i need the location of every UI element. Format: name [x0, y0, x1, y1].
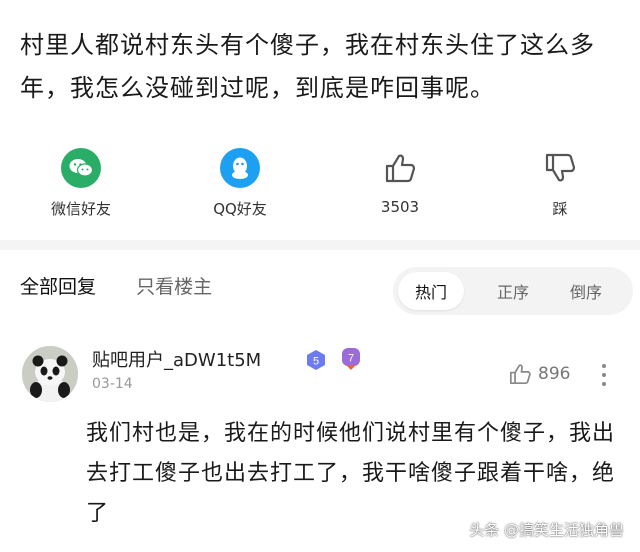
section-divider [0, 240, 640, 250]
thumbs-up-icon [380, 148, 420, 188]
share-qq-label: QQ好友 [213, 200, 267, 218]
user-level-number: 5 [313, 356, 319, 368]
sort-desc-button[interactable]: 倒序 [553, 272, 619, 310]
post-like-count: 3503 [380, 198, 420, 216]
user-level-badge: 5 [305, 349, 327, 375]
dislike-label: 踩 [552, 200, 568, 218]
more-vertical-icon [602, 364, 606, 386]
sort-hot-button[interactable]: 热门 [398, 272, 464, 310]
comment-username[interactable]: 贴吧用户_aDW1t5M [92, 346, 261, 372]
share-wechat-button[interactable]: 微信好友 [26, 148, 136, 219]
watermark: 头条 @搞笑生活独角兽 [469, 521, 624, 539]
reply-filter-tabs: 全部回复 只看楼主 [20, 272, 212, 299]
avatar[interactable] [22, 346, 78, 402]
share-qq-button[interactable]: QQ好友 [185, 148, 295, 219]
comment-date: 03-14 [92, 376, 133, 392]
vip-level-number: 7 [348, 353, 354, 365]
more-options-button[interactable] [598, 362, 610, 392]
comment-body-text: 我们村也是，我在的时候他们说村里有个傻子，我出去打工傻子也出去打工了，我干啥傻子… [86, 421, 616, 526]
qq-penguin-icon [220, 148, 260, 188]
wechat-icon [61, 148, 101, 188]
comment-like-button[interactable]: 896 [508, 362, 570, 386]
share-bar: 微信好友 QQ好友 3503 踩 [0, 148, 640, 228]
vip-level-badge: 7 [340, 346, 362, 376]
tab-all-replies[interactable]: 全部回复 [20, 276, 96, 298]
panda-avatar-icon [22, 346, 78, 402]
sort-toggle: 热门 正序 倒序 [393, 267, 633, 315]
comment-like-count: 896 [538, 364, 571, 384]
tab-op-only[interactable]: 只看楼主 [136, 276, 212, 298]
post-body-text: 村里人都说村东头有个傻子，我在村东头住了这么多年，我怎么没碰到过呢，到底是咋回事… [20, 31, 595, 102]
share-wechat-label: 微信好友 [50, 200, 111, 218]
dislike-post-button[interactable]: 踩 [505, 148, 615, 219]
sort-asc-button[interactable]: 正序 [480, 272, 546, 310]
comment-thumbs-up-icon [509, 364, 531, 385]
like-post-button[interactable]: 3503 [345, 148, 455, 216]
thumbs-down-icon [540, 148, 580, 188]
